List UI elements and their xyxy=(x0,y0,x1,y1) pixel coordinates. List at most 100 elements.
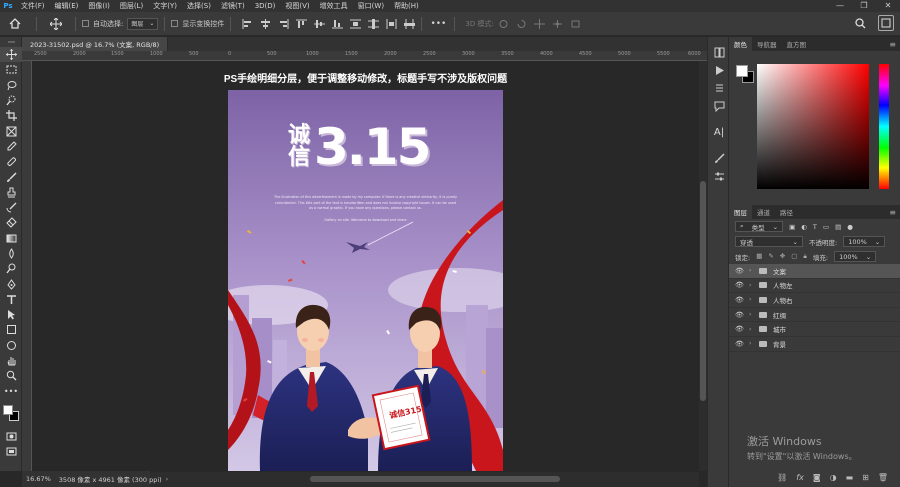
menu-select[interactable]: 选择(S) xyxy=(182,1,216,11)
adjustments-sliders-icon[interactable] xyxy=(708,167,730,185)
eyedropper-tool-icon[interactable] xyxy=(0,139,22,154)
layer-row-red-ribbon[interactable]: 👁︎ › 红绸 xyxy=(729,308,900,323)
search-icon[interactable] xyxy=(852,15,868,31)
filter-smart-icon[interactable]: ▤ xyxy=(835,223,841,231)
workspace-icon[interactable] xyxy=(878,15,894,31)
chevron-right-icon[interactable]: › xyxy=(749,340,759,347)
visibility-eye-icon[interactable]: 👁︎ xyxy=(735,340,745,348)
align-right-icon[interactable] xyxy=(277,18,289,29)
3d-slide-icon[interactable] xyxy=(552,19,564,29)
brush-tool-icon[interactable] xyxy=(0,169,22,184)
zoom-level[interactable]: 16.67% xyxy=(26,475,51,483)
quick-mask-icon[interactable] xyxy=(0,429,22,444)
toolbar-grip[interactable] xyxy=(0,37,22,47)
filter-pixel-icon[interactable]: ▣ xyxy=(789,223,795,231)
eraser-tool-icon[interactable] xyxy=(0,215,22,230)
ruler-horizontal[interactable]: 2500 2000 1500 1000 500 0 500 1000 1500 … xyxy=(22,51,707,61)
chevron-right-icon[interactable]: › xyxy=(749,282,759,289)
foreground-color-swatch[interactable] xyxy=(736,65,748,77)
close-window-button[interactable]: ✕ xyxy=(876,0,900,12)
path-selection-tool-icon[interactable] xyxy=(0,307,22,322)
lasso-tool-icon[interactable] xyxy=(0,78,22,93)
menu-image[interactable]: 图像(I) xyxy=(83,1,115,11)
foreground-background-swatch[interactable] xyxy=(3,404,19,423)
visibility-eye-icon[interactable]: 👁︎ xyxy=(735,281,745,289)
edit-toolbar-icon[interactable]: ••• xyxy=(0,384,22,399)
marquee-tool-icon[interactable] xyxy=(0,62,22,77)
lock-all-icon[interactable]: 🔒︎ xyxy=(803,252,806,261)
chevron-right-icon[interactable]: › xyxy=(749,267,759,274)
layer-row-person-right[interactable]: 👁︎ › 人物右 xyxy=(729,293,900,308)
tab-navigator[interactable]: 导航器 xyxy=(752,37,782,51)
lock-transparent-icon[interactable]: ▦ xyxy=(756,252,762,261)
quick-select-tool-icon[interactable] xyxy=(0,93,22,108)
distribute-bottom-icon[interactable] xyxy=(385,18,397,29)
properties-icon[interactable] xyxy=(708,79,730,97)
align-vcenter-icon[interactable] xyxy=(313,19,325,29)
rectangle-tool-icon[interactable] xyxy=(0,322,22,337)
canvas-area[interactable]: PS手绘明细分层，便于调整移动修改，标题手写不涉及版权问题 诚信315 诚 信 … xyxy=(32,61,699,471)
history-brush-tool-icon[interactable] xyxy=(0,200,22,215)
vertical-scroll-thumb[interactable] xyxy=(700,181,706,401)
gradient-tool-icon[interactable] xyxy=(0,231,22,246)
clone-stamp-tool-icon[interactable] xyxy=(0,185,22,200)
lock-paint-icon[interactable]: ✎ xyxy=(768,252,773,261)
actions-play-icon[interactable] xyxy=(708,61,730,79)
group-icon[interactable]: ▬ xyxy=(846,473,854,482)
layer-row-person-left[interactable]: 👁︎ › 人物左 xyxy=(729,279,900,294)
menu-help[interactable]: 帮助(H) xyxy=(389,1,424,11)
menu-file[interactable]: 文件(F) xyxy=(16,1,50,11)
mask-icon[interactable]: ◙ xyxy=(813,473,821,482)
adjustment-icon[interactable]: ◑ xyxy=(830,473,837,482)
tab-histogram[interactable]: 直方图 xyxy=(782,37,812,51)
visibility-eye-icon[interactable]: 👁︎ xyxy=(735,267,745,275)
color-picker-field[interactable] xyxy=(757,64,869,189)
3d-roll-icon[interactable] xyxy=(516,19,528,29)
align-bottom-icon[interactable] xyxy=(331,19,343,29)
filter-adjust-icon[interactable]: ◐ xyxy=(801,223,807,231)
layer-row-background[interactable]: 👁︎ › 背景 xyxy=(729,337,900,352)
menu-type[interactable]: 文字(Y) xyxy=(148,1,182,11)
tab-layers[interactable]: 图层 xyxy=(729,205,752,219)
minimize-button[interactable]: — xyxy=(828,0,852,12)
horizontal-scroll-thumb[interactable] xyxy=(310,476,560,482)
chevron-right-icon[interactable]: › xyxy=(749,311,759,318)
comment-icon[interactable] xyxy=(708,97,730,115)
opacity-input[interactable]: 100% ⌄ xyxy=(843,236,886,247)
link-icon[interactable]: ⛓︎ xyxy=(777,473,787,482)
pen-tool-icon[interactable] xyxy=(0,276,22,291)
character-panel-icon[interactable]: A| xyxy=(708,123,730,141)
chevron-right-icon[interactable]: › xyxy=(749,296,759,303)
menu-window[interactable]: 窗口(W) xyxy=(353,1,389,11)
ellipse-tool-icon[interactable] xyxy=(0,338,22,353)
distribute-top-icon[interactable] xyxy=(349,19,361,29)
crop-tool-icon[interactable] xyxy=(0,108,22,123)
hue-slider[interactable] xyxy=(879,64,889,189)
layer-row-city[interactable]: 👁︎ › 城市 xyxy=(729,322,900,337)
brush-settings-icon[interactable] xyxy=(708,149,730,167)
filter-toggle-icon[interactable]: ● xyxy=(847,223,853,231)
move-tool-icon[interactable] xyxy=(0,47,22,63)
ruler-vertical[interactable] xyxy=(22,61,32,471)
visibility-eye-icon[interactable]: 👁︎ xyxy=(735,311,745,319)
frame-tool-icon[interactable] xyxy=(0,123,22,138)
status-menu-arrow[interactable]: › xyxy=(166,475,169,483)
tab-channels[interactable]: 通道 xyxy=(752,205,775,219)
menu-plugins[interactable]: 增效工具 xyxy=(315,1,353,11)
filter-type-icon[interactable]: T xyxy=(813,223,817,231)
horizontal-scrollbar[interactable] xyxy=(150,472,699,487)
move-tool-preset-icon[interactable] xyxy=(43,15,69,33)
dodge-tool-icon[interactable] xyxy=(0,261,22,276)
auto-select-dropdown[interactable]: 图层 ⌄ xyxy=(127,17,159,30)
color-swatches[interactable] xyxy=(0,399,22,429)
layer-row-copy[interactable]: 👁︎ › 文案 xyxy=(729,264,900,279)
menu-filter[interactable]: 滤镜(T) xyxy=(216,1,250,11)
hand-tool-icon[interactable] xyxy=(0,353,22,368)
fill-input[interactable]: 100% ⌄ xyxy=(834,251,877,262)
visibility-eye-icon[interactable]: 👁︎ xyxy=(735,296,745,304)
chevron-right-icon[interactable]: › xyxy=(749,326,759,333)
filter-shape-icon[interactable]: ▭ xyxy=(823,223,829,231)
menu-view[interactable]: 视图(V) xyxy=(280,1,314,11)
3d-orbit-icon[interactable] xyxy=(498,19,510,29)
fx-icon[interactable]: fx xyxy=(796,473,804,482)
